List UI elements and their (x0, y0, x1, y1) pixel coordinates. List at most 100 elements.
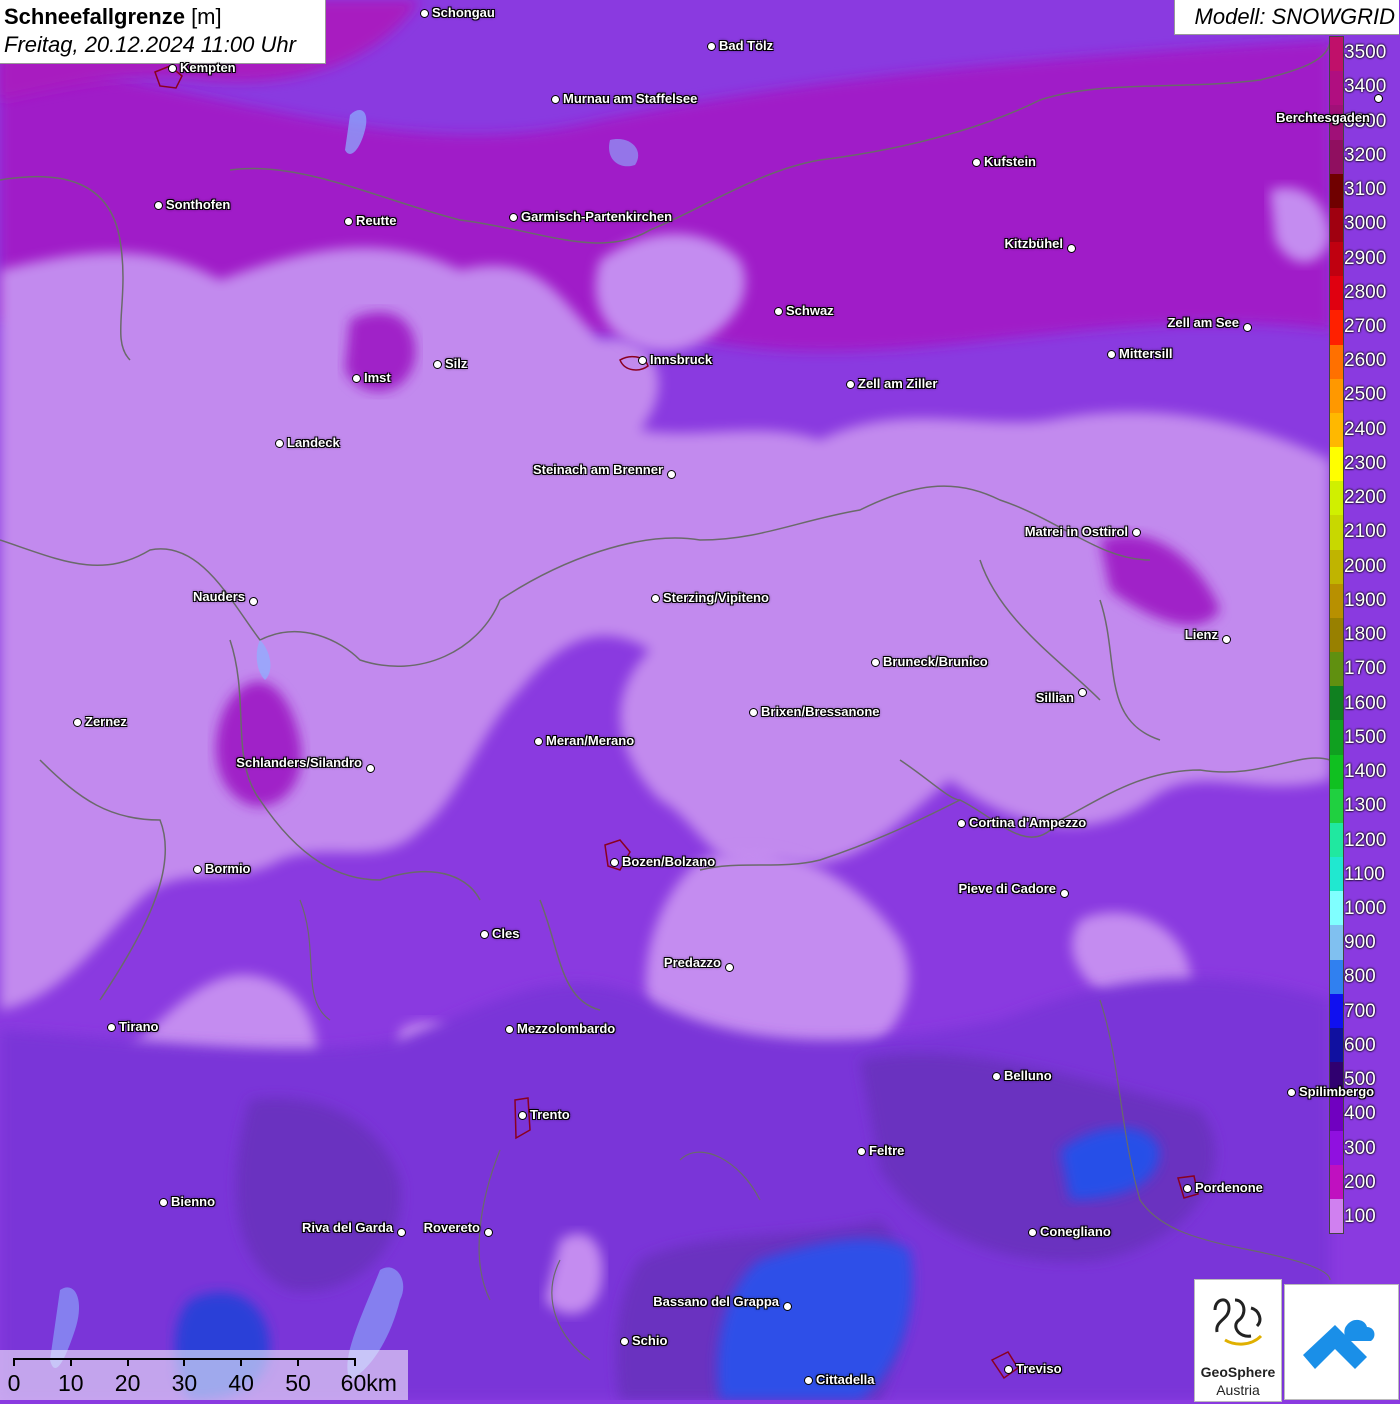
city-marker[interactable] (1374, 94, 1383, 103)
city-marker[interactable] (107, 1023, 116, 1032)
scale-label: 40 (228, 1370, 254, 1396)
legend-swatch (1330, 686, 1343, 721)
city-marker[interactable] (420, 9, 429, 18)
city-marker[interactable] (518, 1111, 527, 1120)
city-marker[interactable] (433, 360, 442, 369)
legend-label: 2500 (1344, 384, 1387, 406)
city-label: Sonthofen (166, 197, 231, 212)
city-marker[interactable] (620, 1337, 629, 1346)
city-marker[interactable] (73, 718, 82, 727)
city-marker[interactable] (275, 439, 284, 448)
city-label: Cles (492, 926, 520, 941)
city-marker[interactable] (667, 470, 676, 479)
legend-label: 1800 (1344, 624, 1387, 646)
city-marker[interactable] (366, 764, 375, 773)
scale-tick (240, 1358, 243, 1366)
city-marker[interactable] (352, 374, 361, 383)
city-label: Spilimbergo (1299, 1084, 1375, 1099)
legend-swatch (1330, 173, 1343, 208)
scale-label: 60km (340, 1370, 397, 1396)
city-label: Tirano (119, 1019, 159, 1034)
city-marker[interactable] (1132, 528, 1141, 537)
city-marker[interactable] (484, 1228, 493, 1237)
city-marker[interactable] (1243, 323, 1252, 332)
city-marker[interactable] (1067, 244, 1076, 253)
legend-label: 3500 (1344, 42, 1387, 64)
map-datetime: Freitag, 20.12.2024 11:00 Uhr (4, 32, 296, 57)
city-marker[interactable] (397, 1228, 406, 1237)
city-label: Bad Tölz (719, 38, 774, 53)
city-marker[interactable] (1107, 350, 1116, 359)
city-label: Bormio (205, 861, 251, 876)
city-label: Pieve di Cadore (958, 881, 1056, 896)
city-marker[interactable] (480, 930, 489, 939)
geosphere-logo[interactable]: GeoSphere Austria (1194, 1279, 1282, 1402)
city-marker[interactable] (1287, 1088, 1296, 1097)
color-legend: 3500 3400 3300 3200 3100 3000 2900 2800 2700 2600… (1329, 36, 1400, 1234)
city-marker[interactable] (1183, 1184, 1192, 1193)
city-marker[interactable] (159, 1198, 168, 1207)
city-label: Bassano del Grappa (653, 1294, 779, 1309)
city-marker[interactable] (249, 597, 258, 606)
city-marker[interactable] (1078, 688, 1087, 697)
legend-swatch (1330, 925, 1343, 960)
city-marker[interactable] (871, 658, 880, 667)
city-marker[interactable] (610, 858, 619, 867)
city-label: Riva del Garda (301, 1220, 393, 1235)
city-marker[interactable] (344, 217, 353, 226)
city-marker[interactable] (725, 963, 734, 972)
city-marker[interactable] (168, 64, 177, 73)
city-marker[interactable] (154, 201, 163, 210)
city-marker[interactable] (972, 158, 981, 167)
legend-swatch (1330, 720, 1343, 755)
legend-label: 2100 (1344, 521, 1387, 543)
city-marker[interactable] (509, 213, 518, 222)
city-marker[interactable] (551, 95, 560, 104)
legend-swatch (1330, 37, 1343, 72)
scale-label: 30 (171, 1370, 198, 1396)
city-label: Zell am Ziller (858, 376, 938, 391)
legend-label: 400 (1344, 1103, 1376, 1125)
city-marker[interactable] (857, 1147, 866, 1156)
snow-mountain-icon (1303, 1319, 1375, 1369)
city-marker[interactable] (957, 819, 966, 828)
city-marker[interactable] (651, 594, 660, 603)
geosphere-country: Austria (1216, 1382, 1260, 1398)
scale-tick (183, 1358, 186, 1366)
city-label: Conegliano (1040, 1224, 1111, 1239)
city-marker[interactable] (774, 307, 783, 316)
legend-label: 800 (1344, 966, 1376, 988)
legend-swatch (1330, 822, 1343, 858)
city-marker[interactable] (505, 1025, 514, 1034)
city-marker[interactable] (1222, 635, 1231, 644)
legend-label: 1900 (1344, 589, 1387, 611)
city-marker[interactable] (1028, 1228, 1037, 1237)
city-label: Predazzo (663, 955, 721, 970)
legend-label: 1500 (1344, 726, 1387, 748)
legend-label: 1300 (1344, 795, 1387, 817)
city-marker[interactable] (783, 1302, 792, 1311)
city-marker[interactable] (534, 737, 543, 746)
legend-label: 1700 (1344, 658, 1387, 680)
scale-tick (297, 1358, 299, 1366)
city-marker[interactable] (804, 1376, 813, 1385)
city-marker[interactable] (193, 865, 202, 874)
city-label: Berchtesgaden (1276, 110, 1370, 125)
city-marker[interactable] (707, 42, 716, 51)
city-label: Silz (445, 356, 468, 371)
city-label: Meran/Merano (546, 733, 635, 748)
city-marker[interactable] (1060, 889, 1069, 898)
city-marker[interactable] (749, 708, 758, 717)
geosphere-emblem-icon (1213, 1298, 1263, 1346)
legend-labels: 3500 3400 3300 3200 3100 3000 2900 2800 2700 2600… (1344, 36, 1400, 1234)
city-marker[interactable] (1004, 1365, 1013, 1374)
model-label: Modell: SNOWGRID (1194, 4, 1395, 29)
snow-app-logo[interactable] (1284, 1284, 1399, 1400)
city-marker[interactable] (846, 380, 855, 389)
scale-tick (13, 1358, 15, 1366)
legend-swatch (1330, 993, 1343, 1028)
city-marker[interactable] (638, 356, 647, 365)
legend-swatch (1330, 583, 1343, 618)
legend-color-bar (1329, 36, 1344, 1234)
city-marker[interactable] (992, 1072, 1001, 1081)
